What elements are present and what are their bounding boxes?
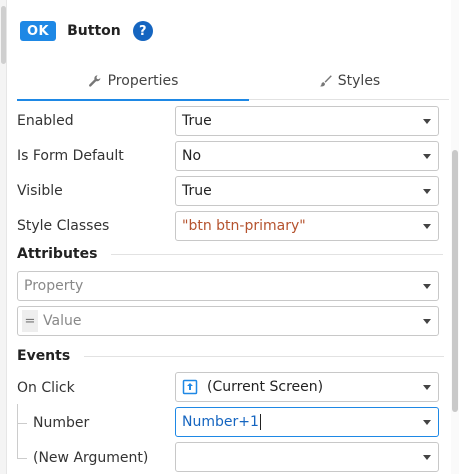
attribute-value-select[interactable]: = Value [17, 306, 439, 336]
enabled-select[interactable]: True [175, 106, 439, 136]
left-scroll-strip [0, 0, 7, 474]
events-section: Events [17, 348, 445, 364]
new-argument-label: (New Argument) [33, 450, 149, 466]
form-default-select[interactable]: No [175, 141, 439, 171]
section-divider [84, 355, 445, 357]
chevron-down-icon [423, 224, 431, 229]
events-heading: Events [17, 348, 71, 364]
visible-label: Visible [17, 183, 63, 199]
style-classes-value: "btn btn-primary" [182, 218, 306, 234]
chevron-down-icon [423, 319, 431, 324]
text-cursor [259, 414, 261, 430]
number-arg-input[interactable]: Number+1 [175, 407, 439, 437]
help-icon[interactable]: ? [132, 21, 153, 41]
tab-styles-label: Styles [337, 73, 381, 89]
style-classes-label: Style Classes [17, 218, 110, 234]
widget-header: OK Button ? [20, 20, 153, 42]
tree-connector [17, 423, 27, 424]
wrench-icon [88, 75, 101, 87]
chevron-down-icon [423, 154, 431, 159]
section-divider [111, 253, 444, 255]
chevron-down-icon [423, 385, 431, 390]
tab-styles[interactable]: Styles [249, 62, 449, 100]
number-arg-label: Number [33, 415, 90, 431]
panel-tabs: Properties Styles [17, 62, 449, 101]
style-classes-select[interactable]: "btn btn-primary" [175, 211, 439, 241]
attribute-property-select[interactable]: Property [17, 271, 439, 301]
chevron-down-icon [423, 189, 431, 194]
attribute-value-placeholder: Value [43, 313, 82, 329]
attributes-heading: Attributes [17, 246, 98, 262]
screen-icon [182, 379, 198, 395]
number-arg-value: Number+1 [182, 414, 259, 430]
scrollbar-thumb[interactable] [452, 150, 458, 412]
tree-connector [17, 458, 27, 459]
form-default-value: No [182, 148, 202, 164]
brush-icon [319, 75, 332, 87]
tree-connector [17, 404, 18, 458]
panel-scrollbar[interactable] [451, 0, 459, 474]
attributes-section: Attributes [17, 246, 444, 262]
equals-prefix: = [22, 310, 38, 332]
on-click-select[interactable]: (Current Screen) [175, 372, 439, 402]
widget-type-badge: OK [20, 21, 57, 41]
chevron-down-icon [423, 455, 431, 460]
enabled-label: Enabled [17, 113, 74, 129]
attribute-property-placeholder: Property [24, 278, 84, 294]
on-click-value: (Current Screen) [207, 379, 324, 395]
widget-title: Button [67, 23, 121, 39]
chevron-down-icon [423, 119, 431, 124]
visible-select[interactable]: True [175, 176, 439, 206]
visible-value: True [182, 183, 212, 199]
enabled-value: True [182, 113, 212, 129]
tab-properties[interactable]: Properties [17, 62, 249, 101]
chevron-down-icon [423, 284, 431, 289]
chevron-down-icon [423, 420, 431, 425]
new-argument-select[interactable] [175, 442, 439, 472]
tab-properties-label: Properties [107, 73, 179, 89]
left-scroll-thumb[interactable] [1, 6, 6, 64]
on-click-label: On Click [17, 380, 75, 396]
form-default-label: Is Form Default [17, 148, 124, 164]
